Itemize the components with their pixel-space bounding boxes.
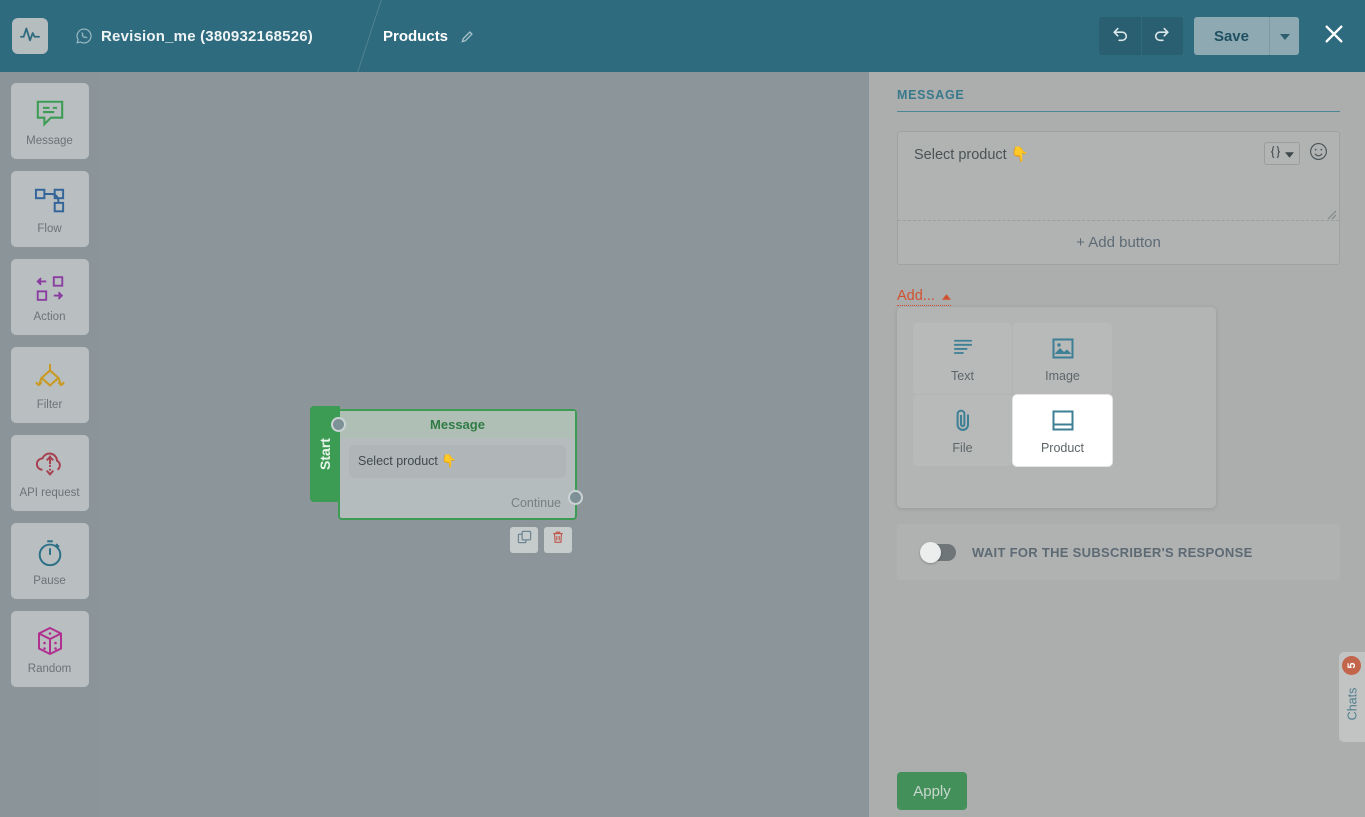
add-attachment-popup: Text Image File Product (897, 307, 1216, 508)
speech-bubble-icon (34, 96, 66, 130)
add-option-product[interactable]: Product (1013, 395, 1112, 466)
whatsapp-icon (76, 28, 92, 44)
smiley-face-icon (1309, 142, 1328, 165)
wait-for-response-toggle[interactable] (920, 541, 956, 563)
add-button-row[interactable]: + Add button (898, 220, 1339, 264)
node-copy-button[interactable] (510, 527, 538, 553)
tool-card-action[interactable]: Action (10, 259, 89, 335)
node-title: Message (340, 411, 575, 438)
breadcrumb-page[interactable]: Products (383, 28, 475, 45)
add-option-text[interactable]: Text (913, 323, 1012, 394)
copy-icon (517, 530, 532, 550)
history-button-group (1098, 17, 1183, 55)
add-option-label: Product (1040, 441, 1085, 455)
save-dropdown-button[interactable] (1269, 17, 1299, 55)
node-type-toolbar: Message Flow Action Filter API request P… (0, 72, 99, 817)
product-card-icon (1052, 406, 1074, 434)
curly-braces-icon (1270, 145, 1281, 162)
tool-label: API request (19, 486, 80, 499)
add-attachment-dropdown-toggle[interactable]: Add... (897, 288, 951, 306)
chevron-down-icon (1279, 27, 1290, 45)
save-button[interactable]: Save (1193, 17, 1269, 55)
text-lines-icon (952, 334, 974, 362)
tool-label: Pause (33, 574, 66, 587)
tool-card-pause[interactable]: Pause (10, 523, 89, 599)
save-button-group: Save (1193, 17, 1299, 55)
toggle-knob (920, 541, 941, 563)
chevron-down-icon (1285, 146, 1294, 161)
add-link-label: Add... (897, 288, 935, 304)
stopwatch-icon (35, 536, 65, 570)
action-arrows-icon (33, 272, 67, 306)
undo-button[interactable] (1098, 17, 1141, 55)
image-icon (1052, 334, 1074, 362)
add-option-label: File (952, 441, 973, 455)
message-editor[interactable]: Select product 👇 + Add button (897, 131, 1340, 265)
node-card[interactable]: Message Select product 👇 Continue (338, 409, 583, 520)
node-start-label: Start (317, 438, 333, 470)
apply-button[interactable]: Apply (897, 772, 967, 810)
app-header: Revision_me (380932168526) Products Save (0, 0, 1365, 72)
pulse-logo-icon (19, 24, 41, 49)
tool-label: Random (27, 662, 72, 675)
wait-for-response-row[interactable]: WAIT FOR THE SUBSCRIBER'S RESPONSE (897, 524, 1340, 580)
message-settings-panel: MESSAGE Select product 👇 + Add button Ad… (869, 72, 1365, 817)
undo-arrow-icon (1111, 25, 1129, 48)
panel-section-title: MESSAGE (897, 88, 1340, 112)
breadcrumb-account[interactable]: Revision_me (380932168526) (76, 0, 313, 72)
textarea-resize-grip[interactable] (1327, 208, 1337, 220)
close-editor-button[interactable] (1319, 21, 1349, 51)
tool-card-flow[interactable]: Flow (10, 171, 89, 247)
dice-icon (34, 624, 66, 658)
emoji-picker-button[interactable] (1309, 142, 1328, 165)
page-title: Products (383, 27, 449, 45)
flow-canvas[interactable]: Start Message Select product 👇 Continue (0, 72, 869, 817)
api-cloud-icon (34, 448, 66, 482)
chats-side-tab[interactable]: 5 Chats (1339, 652, 1365, 742)
tool-label: Filter (36, 398, 63, 411)
trash-icon (551, 530, 565, 550)
add-option-file[interactable]: File (913, 395, 1012, 466)
chats-unread-badge: 5 (1342, 656, 1361, 675)
tool-label: Action (33, 310, 66, 323)
app-logo[interactable] (12, 18, 48, 54)
node-message-text: Select product 👇 (349, 445, 566, 478)
tool-label: Message (26, 134, 73, 147)
tool-card-message[interactable]: Message (10, 83, 89, 159)
tool-label: Flow (37, 222, 62, 235)
chevron-up-icon (941, 288, 951, 304)
breadcrumb-separator (339, 0, 369, 72)
paperclip-icon (953, 406, 973, 434)
tool-card-random[interactable]: Random (10, 611, 89, 687)
node-output-port[interactable] (568, 490, 583, 505)
variable-insert-button[interactable] (1264, 142, 1300, 165)
add-option-image[interactable]: Image (1013, 323, 1112, 394)
add-option-label: Image (1045, 369, 1080, 383)
close-x-icon (1323, 23, 1345, 50)
redo-arrow-icon (1153, 25, 1171, 48)
flow-nodes-icon (33, 184, 67, 218)
redo-button[interactable] (1140, 17, 1183, 55)
node-delete-button[interactable] (544, 527, 572, 553)
message-textarea[interactable]: Select product 👇 (898, 132, 1339, 220)
node-input-port[interactable] (331, 417, 346, 432)
message-text-value: Select product 👇 (914, 147, 1029, 163)
account-name: Revision_me (380932168526) (101, 27, 314, 45)
add-option-label: Text (951, 369, 974, 383)
tool-card-api-request[interactable]: API request (10, 435, 89, 511)
chats-tab-label: Chats (1345, 687, 1359, 721)
wait-for-response-label: WAIT FOR THE SUBSCRIBER'S RESPONSE (972, 544, 1253, 560)
tool-card-filter[interactable]: Filter (10, 347, 89, 423)
filter-diamond-icon (33, 360, 67, 394)
pencil-icon[interactable] (460, 29, 475, 44)
node-continue-label: Continue (510, 496, 561, 510)
